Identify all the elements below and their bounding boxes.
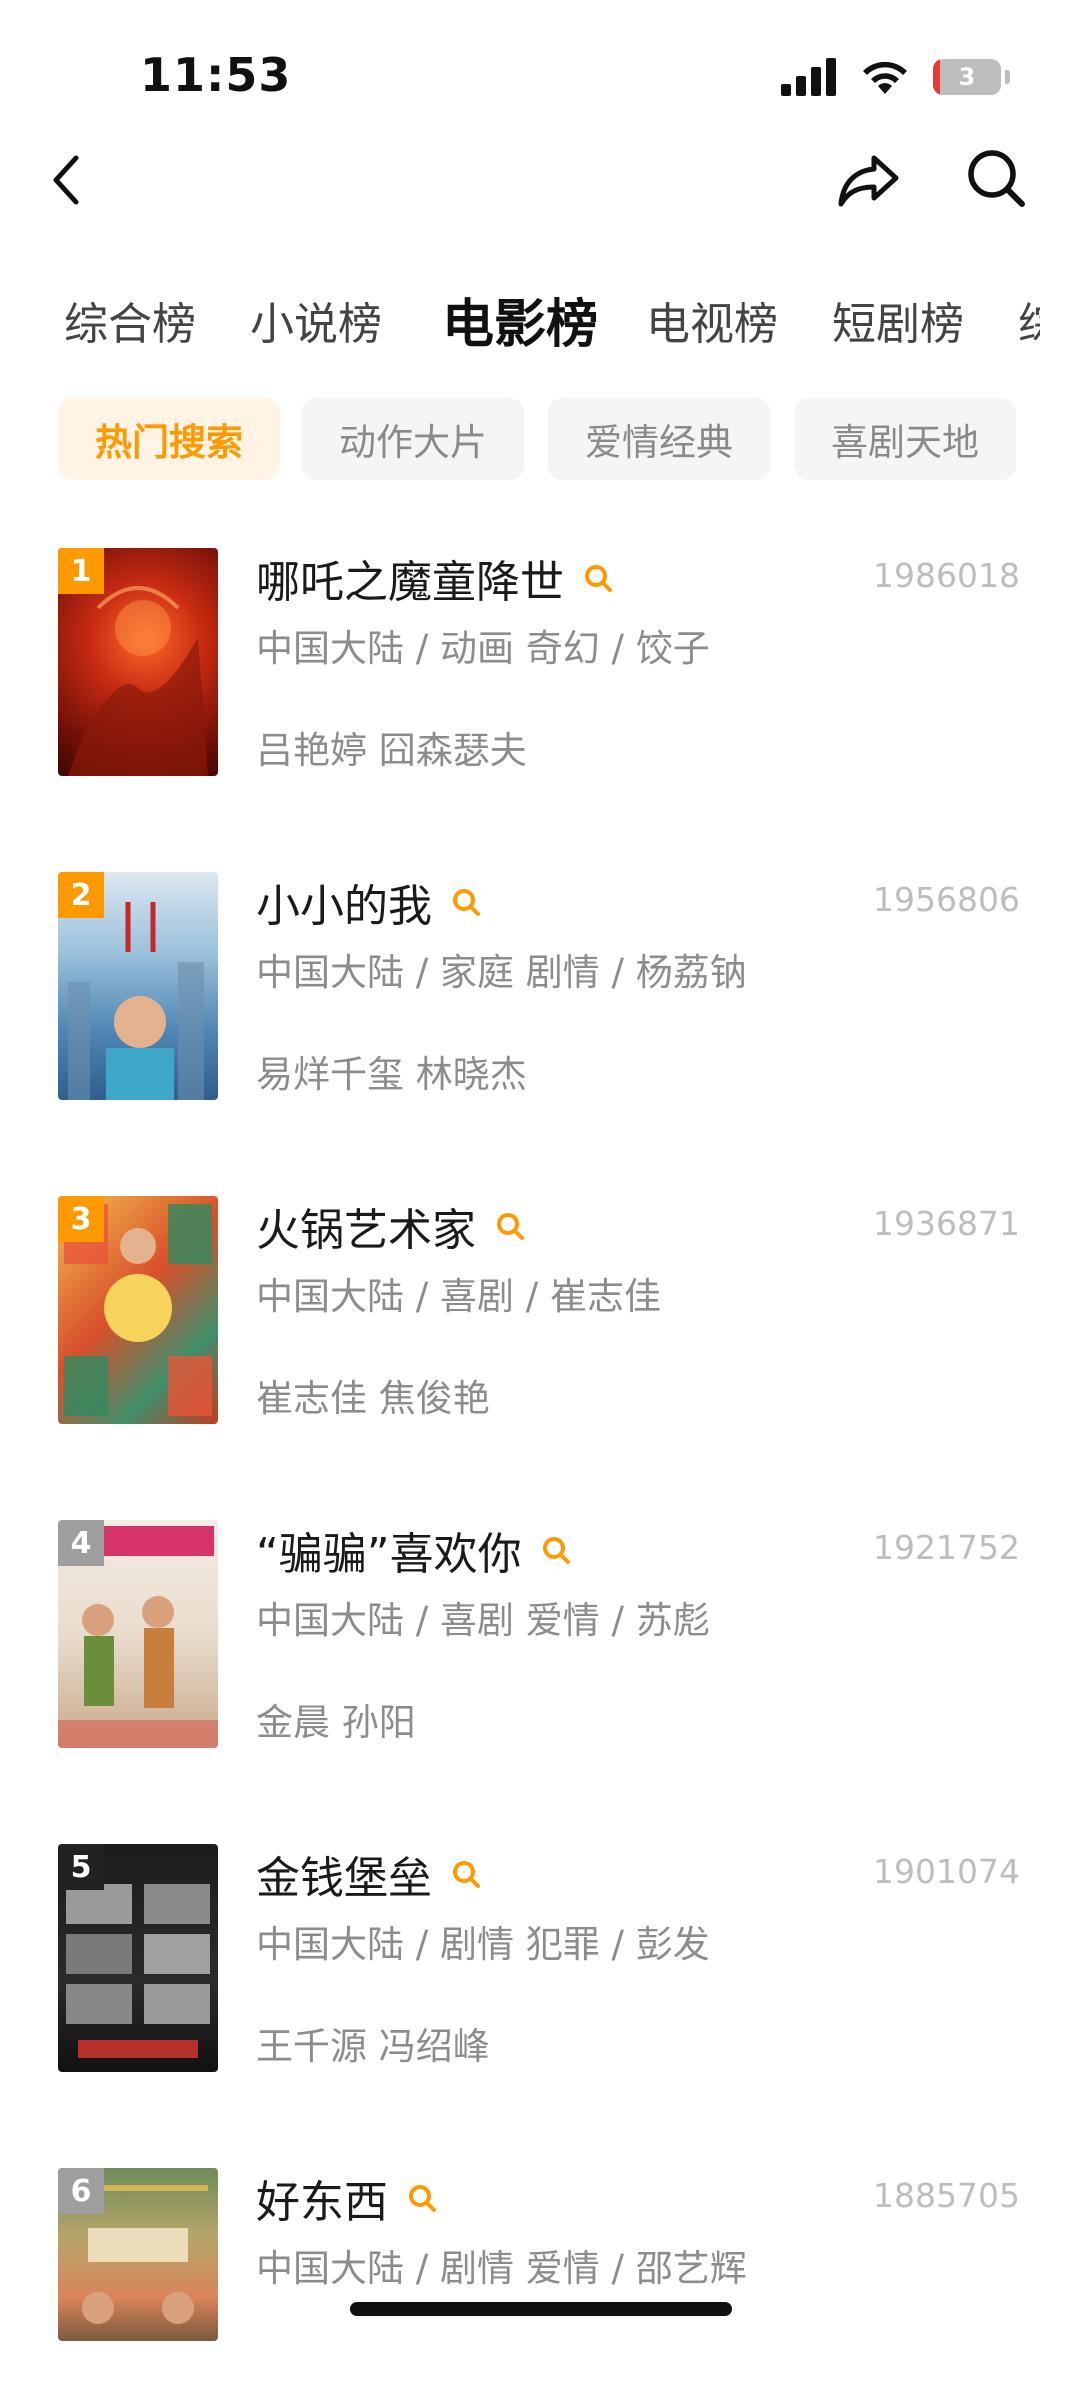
title-row: 火锅艺术家: [256, 1196, 526, 1256]
movie-poster[interactable]: 2: [58, 872, 218, 1100]
movie-poster[interactable]: 1: [58, 548, 218, 776]
tab-variety[interactable]: 综: [1018, 285, 1040, 365]
tab-tv[interactable]: 电视榜: [646, 285, 778, 365]
movie-cast: 金晨 孙阳: [256, 1701, 416, 1744]
movie-poster[interactable]: 6: [58, 2168, 218, 2341]
rank-badge: 5: [58, 1844, 104, 1890]
title-row: 哪吒之魔童降世: [256, 548, 614, 608]
main-tabs: 综合榜 小说榜 电影榜 电视榜 短剧榜 综: [0, 285, 1040, 365]
search-icon[interactable]: [450, 886, 482, 918]
subtab-action[interactable]: 动作大片: [302, 398, 524, 480]
movie-title[interactable]: 好东西: [256, 2166, 388, 2230]
movie-poster[interactable]: 4: [58, 1520, 218, 1748]
battery-cap: [1005, 70, 1010, 84]
movie-title[interactable]: 哪吒之魔童降世: [256, 546, 564, 610]
share-icon[interactable]: [836, 150, 902, 210]
list-item[interactable]: 6 好东西 1885705 中国大陆 / 剧情 爱情 / 邵艺辉: [0, 2168, 1080, 2398]
rank-badge: 3: [58, 1196, 104, 1242]
movie-cast: 易烊千玺 林晓杰: [256, 1053, 527, 1096]
movie-meta: 中国大陆 / 剧情 犯罪 / 彭发: [256, 1923, 710, 1966]
list-item[interactable]: 2 小小的我 1956806 中国大陆 / 家庭 剧情 / 杨荔钠 易烊千玺 林…: [0, 872, 1080, 1102]
search-count: 1921752: [873, 1528, 1020, 1567]
movie-title[interactable]: 金钱堡垒: [256, 1842, 432, 1906]
movie-cast: 王千源 冯绍峰: [256, 2025, 490, 2068]
wifi-icon: [863, 61, 907, 94]
list-item[interactable]: 4 “骗骗”喜欢你 1921752 中国大陆 / 喜剧 爱情 / 苏彪 金晨 孙…: [0, 1520, 1080, 1750]
title-row: 好东西: [256, 2168, 438, 2228]
search-icon[interactable]: [582, 562, 614, 594]
movie-poster[interactable]: 5: [58, 1844, 218, 2072]
signal-icon: [781, 58, 836, 96]
status-time: 11:53: [140, 48, 292, 102]
search-count: 1936871: [873, 1204, 1020, 1243]
home-indicator[interactable]: [350, 2302, 732, 2316]
list-item[interactable]: 3 火锅艺术家 1936871 中国大陆 / 喜剧 / 崔志佳 崔志佳 焦俊艳: [0, 1196, 1080, 1426]
title-row: 金钱堡垒: [256, 1844, 482, 1904]
movie-meta: 中国大陆 / 动画 奇幻 / 饺子: [256, 627, 710, 670]
search-icon[interactable]: [406, 2182, 438, 2214]
rank-badge: 1: [58, 548, 104, 594]
movie-cast: 吕艳婷 囧森瑟夫: [256, 729, 527, 772]
battery-level: 3: [958, 63, 976, 91]
tab-short-drama[interactable]: 短剧榜: [832, 285, 964, 365]
movie-cast: 崔志佳 焦俊艳: [256, 1377, 490, 1420]
search-icon[interactable]: [450, 1858, 482, 1890]
status-bar: 11:53 3: [0, 0, 1080, 150]
sub-tabs: 热门搜索 动作大片 爱情经典 喜剧天地: [0, 398, 1080, 480]
rank-badge: 4: [58, 1520, 104, 1566]
rank-badge: 2: [58, 872, 104, 918]
movie-title[interactable]: “骗骗”喜欢你: [256, 1518, 522, 1582]
status-icons: 3: [781, 58, 1010, 96]
tab-comprehensive[interactable]: 综合榜: [64, 285, 196, 365]
tab-movie[interactable]: 电影榜: [442, 285, 598, 365]
movie-meta: 中国大陆 / 喜剧 爱情 / 苏彪: [256, 1599, 710, 1642]
search-count: 1885705: [873, 2176, 1020, 2215]
movie-meta: 中国大陆 / 喜剧 / 崔志佳: [256, 1275, 661, 1318]
search-count: 1986018: [873, 556, 1020, 595]
search-icon[interactable]: [964, 146, 1028, 210]
title-row: 小小的我: [256, 872, 482, 932]
subtab-hot-search[interactable]: 热门搜索: [58, 398, 280, 480]
nav-bar: [0, 140, 1080, 220]
search-count: 1956806: [873, 880, 1020, 919]
search-icon[interactable]: [494, 1210, 526, 1242]
title-row: “骗骗”喜欢你: [256, 1520, 572, 1580]
battery-icon: 3: [933, 59, 1001, 95]
back-icon[interactable]: [46, 150, 86, 210]
subtab-romance[interactable]: 爱情经典: [548, 398, 770, 480]
list-item[interactable]: 1 哪吒之魔童降世 1986018 中国大陆 / 动画 奇幻 / 饺子 吕艳婷 …: [0, 548, 1080, 778]
movie-title[interactable]: 火锅艺术家: [256, 1194, 476, 1258]
search-count: 1901074: [873, 1852, 1020, 1891]
list-item[interactable]: 5 金钱堡垒 1901074 中国大陆 / 剧情 犯罪 / 彭发 王千源 冯绍峰: [0, 1844, 1080, 2074]
movie-title[interactable]: 小小的我: [256, 870, 432, 934]
search-icon[interactable]: [540, 1534, 572, 1566]
movie-meta: 中国大陆 / 家庭 剧情 / 杨荔钠: [256, 951, 747, 994]
rank-badge: 6: [58, 2168, 104, 2214]
movie-meta: 中国大陆 / 剧情 爱情 / 邵艺辉: [256, 2247, 747, 2290]
tab-novel[interactable]: 小说榜: [250, 285, 382, 365]
subtab-comedy[interactable]: 喜剧天地: [794, 398, 1016, 480]
movie-poster[interactable]: 3: [58, 1196, 218, 1424]
